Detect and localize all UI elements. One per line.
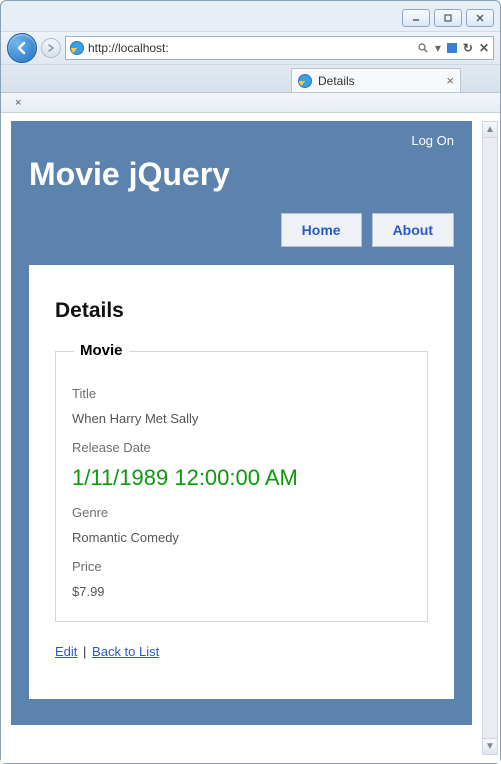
value-genre: Romantic Comedy xyxy=(72,530,411,545)
window-minimize-button[interactable] xyxy=(402,9,430,27)
fieldset-legend: Movie xyxy=(74,342,129,359)
label-price: Price xyxy=(72,559,411,574)
nav-menu: Home About xyxy=(29,213,454,247)
label-title: Title xyxy=(72,386,411,401)
tab-title: Details xyxy=(318,74,355,88)
nav-about[interactable]: About xyxy=(372,213,454,247)
browser-toolbar: http://localhost: ▾ ↻ ✕ xyxy=(1,31,500,65)
dropdown-icon[interactable]: ▾ xyxy=(435,41,441,55)
page-action-links: Edit | Back to List xyxy=(55,644,428,659)
logon-link[interactable]: Log On xyxy=(411,133,454,148)
value-release: 1/11/1989 12:00:00 AM xyxy=(72,465,411,491)
ie-icon xyxy=(298,74,312,88)
refresh-icon[interactable]: ↻ xyxy=(463,41,473,55)
page-heading: Details xyxy=(55,299,428,323)
nav-forward-button[interactable] xyxy=(41,38,61,58)
nav-home[interactable]: Home xyxy=(281,213,362,247)
label-genre: Genre xyxy=(72,505,411,520)
vertical-scrollbar[interactable]: ▲ ▼ xyxy=(482,121,498,755)
close-toolbar-icon[interactable]: × xyxy=(15,97,21,109)
link-separator: | xyxy=(83,644,86,659)
scroll-down-icon[interactable]: ▼ xyxy=(483,738,497,754)
address-bar[interactable]: http://localhost: ▾ ↻ ✕ xyxy=(65,36,494,60)
window-maximize-button[interactable] xyxy=(434,9,462,27)
nav-back-button[interactable] xyxy=(7,33,37,63)
value-title: When Harry Met Sally xyxy=(72,411,411,426)
label-release: Release Date xyxy=(72,440,411,455)
address-text: http://localhost: xyxy=(88,41,169,55)
account-bar: Log On xyxy=(29,133,454,148)
tab-strip: Details × xyxy=(1,65,500,93)
back-to-list-link[interactable]: Back to List xyxy=(92,644,159,659)
stop-icon[interactable]: ✕ xyxy=(479,41,489,55)
ie-icon xyxy=(70,41,84,55)
scroll-up-icon[interactable]: ▲ xyxy=(483,122,497,138)
edit-link[interactable]: Edit xyxy=(55,644,77,659)
browser-tab[interactable]: Details × xyxy=(291,68,461,92)
compat-view-icon[interactable] xyxy=(447,43,457,53)
details-fieldset: Movie Title When Harry Met Sally Release… xyxy=(55,351,428,622)
window-titlebar xyxy=(1,1,500,31)
secondary-toolbar: × xyxy=(1,93,500,113)
tab-close-icon[interactable]: × xyxy=(446,73,454,88)
page-viewport: Log On Movie jQuery Home About Details M… xyxy=(1,113,500,763)
site-header: Log On Movie jQuery Home About xyxy=(29,133,454,247)
browser-window: http://localhost: ▾ ↻ ✕ Details × × xyxy=(0,0,501,764)
site-title: Movie jQuery xyxy=(29,156,454,201)
search-icon[interactable] xyxy=(417,42,429,54)
address-bar-icons: ▾ ↻ ✕ xyxy=(417,41,489,55)
window-close-button[interactable] xyxy=(466,9,494,27)
page-body: Details Movie Title When Harry Met Sally… xyxy=(29,265,454,699)
site-container: Log On Movie jQuery Home About Details M… xyxy=(11,121,472,725)
value-price: $7.99 xyxy=(72,584,411,599)
